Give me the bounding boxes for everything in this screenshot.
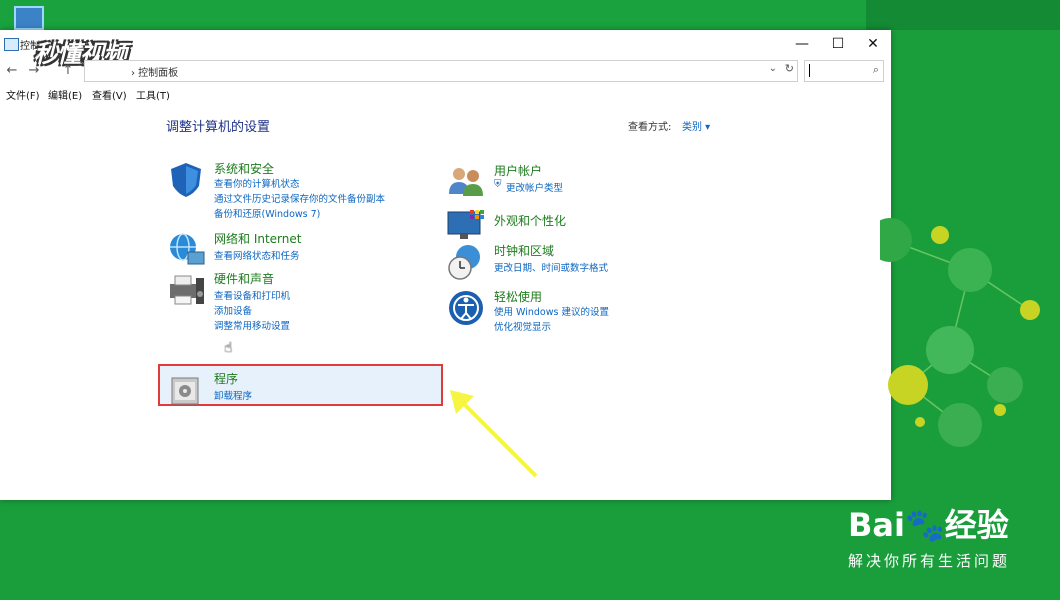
view-by-label: 查看方式:: [628, 122, 672, 133]
printer-speaker-icon: [170, 275, 204, 305]
category-link[interactable]: 查看设备和打印机: [214, 288, 290, 302]
monitor-palette-icon: [447, 210, 484, 239]
category-link[interactable]: 查看网络状态和任务: [214, 248, 300, 262]
search-icon[interactable]: ⌕: [873, 63, 879, 77]
category-link[interactable]: 备份和还原(Windows 7): [214, 206, 320, 220]
menu-tools[interactable]: 工具(T): [136, 87, 170, 102]
category-title[interactable]: 程序: [214, 370, 238, 387]
uac-shield-icon: ⛨: [494, 179, 502, 190]
desktop-corner-panel: [866, 0, 1060, 30]
category-link[interactable]: 优化视觉显示: [494, 319, 551, 333]
minimize-button[interactable]: —: [784, 30, 820, 58]
close-button[interactable]: ✕: [855, 30, 891, 58]
ease-of-access-icon: [449, 291, 483, 325]
menu-bar: 文件(F) 编辑(E) 查看(V) 工具(T): [0, 84, 891, 102]
baidu-logo: Bai🐾经验: [848, 506, 1009, 544]
up-arrow-icon[interactable]: ↑: [58, 62, 78, 80]
category-link[interactable]: 更改日期、时间或数字格式: [494, 260, 608, 274]
decorative-circles-graphic: [880, 218, 1040, 447]
title-bar[interactable]: 控制面板 — ☐ ✕: [0, 30, 891, 58]
category-link[interactable]: 调整常用移动设置: [214, 318, 290, 332]
category-title[interactable]: 用户帐户: [494, 162, 542, 179]
category-title[interactable]: 网络和 Internet: [214, 230, 301, 247]
mouse-hand-cursor-icon: ☝: [224, 340, 233, 356]
page-title: 调整计算机的设置: [166, 120, 271, 135]
category-link[interactable]: 通过文件历史记录保存你的文件备份副本: [214, 191, 385, 205]
baidu-jingyan-brand: Bai🐾经验 解决你所有生活问题: [848, 500, 1010, 571]
yellow-arrow-annotation: [450, 390, 538, 478]
refresh-icon[interactable]: ↻: [785, 62, 794, 75]
network-globe-icon: [170, 233, 205, 265]
category-link[interactable]: 添加设备: [214, 303, 252, 317]
control-panel-app-icon: [4, 38, 19, 51]
address-path: › 控制面板: [131, 68, 179, 79]
chevron-down-icon[interactable]: ⌄: [769, 63, 777, 74]
category-title[interactable]: 轻松使用: [494, 288, 542, 305]
address-bar[interactable]: › 控制面板 ⌄ ↻: [84, 60, 798, 82]
view-by-dropdown[interactable]: 类别 ▾: [682, 118, 710, 133]
menu-file[interactable]: 文件(F): [6, 87, 40, 102]
category-link[interactable]: 更改帐户类型: [506, 180, 563, 194]
category-title[interactable]: 硬件和声音: [214, 270, 274, 287]
category-title[interactable]: 时钟和区域: [494, 242, 554, 259]
maximize-button[interactable]: ☐: [820, 30, 856, 58]
forward-arrow-icon[interactable]: →: [24, 62, 44, 80]
baidu-slogan: 解决你所有生活问题: [848, 552, 1011, 570]
back-arrow-icon[interactable]: ←: [2, 62, 22, 80]
menu-edit[interactable]: 编辑(E): [48, 87, 82, 102]
category-link[interactable]: 使用 Windows 建议的设置: [494, 304, 609, 318]
desktop-monitor-icon[interactable]: [14, 6, 44, 30]
menu-view[interactable]: 查看(V): [92, 87, 127, 102]
clock-globe-icon: [448, 245, 480, 280]
shield-icon: [171, 163, 201, 197]
search-input[interactable]: ⌕: [804, 60, 884, 82]
programs-icon: [171, 377, 199, 405]
text-caret: [809, 64, 810, 77]
category-title[interactable]: 外观和个性化: [494, 212, 566, 229]
users-icon: [449, 168, 483, 196]
category-link[interactable]: 卸载程序: [214, 388, 252, 402]
category-link[interactable]: 查看你的计算机状态: [214, 176, 300, 190]
category-title[interactable]: 系统和安全: [214, 160, 274, 177]
